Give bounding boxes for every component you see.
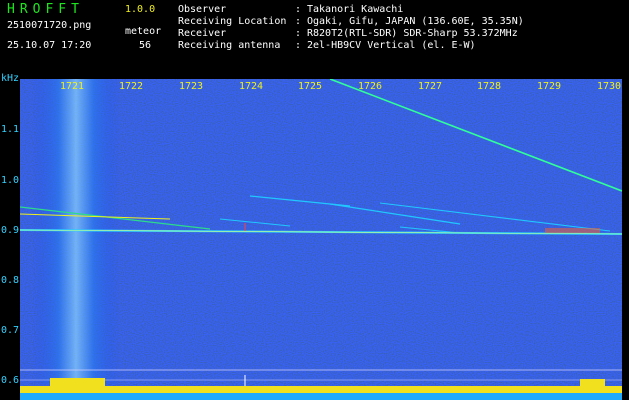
app-version: 1.0.0 [125,4,156,15]
datetime-label: 25.10.07 17:20 [7,40,92,51]
y-tick-label: 0.8 [1,275,20,286]
y-tick-label: 1.1 [1,124,20,135]
y-tick-label: 1.0 [1,175,20,186]
info-sep: : [295,28,302,39]
info-value-location: Ogaki, Gifu, JAPAN (136.60E, 35.35N) [307,16,524,27]
y-tick-label: 0.6 [1,375,20,386]
info-value-receiver: R820T2(RTL-SDR) SDR-Sharp 53.372MHz [307,28,518,39]
level-meter-fill [20,386,622,393]
level-meter-peak [50,378,105,388]
y-axis-unit: kHz [1,73,20,84]
spectrogram-plot [20,79,622,400]
info-value-antenna: 2el-HB9CV Vertical (el. E-W) [307,40,476,51]
x-tick-label: 1729 [537,81,562,92]
info-label-receiver: Receiver [178,28,227,39]
info-sep: : [295,4,302,15]
x-tick-label: 1724 [239,81,264,92]
x-tick-label: 1721 [60,81,85,92]
x-tick-label: 1726 [358,81,383,92]
info-label-antenna: Receiving antenna [178,40,281,51]
echo-highlight [545,228,600,233]
meteor-count-label: meteor [125,26,162,37]
filename-label: 2510071720.png [7,20,92,31]
x-tick-label: 1728 [477,81,502,92]
info-label-location: Receiving Location [178,16,287,27]
x-tick-label: 1730 [597,81,622,92]
info-sep: : [295,40,302,51]
info-sep: : [295,16,302,27]
info-value-observer: Takanori Kawachi [307,4,404,15]
meteor-count-value: 56 [139,40,152,51]
x-tick-label: 1727 [418,81,443,92]
y-tick-label: 0.7 [1,325,20,336]
x-tick-label: 1725 [298,81,323,92]
info-label-observer: Observer [178,4,227,15]
y-tick-label: 0.9 [1,225,20,236]
x-tick-label: 1723 [179,81,204,92]
hrofft-window: HROFFT 1.0.0 2510071720.png 25.10.07 17:… [0,0,629,400]
level-meter-peak [580,379,605,388]
app-title: HROFFT [7,2,84,17]
x-tick-label: 1722 [119,81,144,92]
